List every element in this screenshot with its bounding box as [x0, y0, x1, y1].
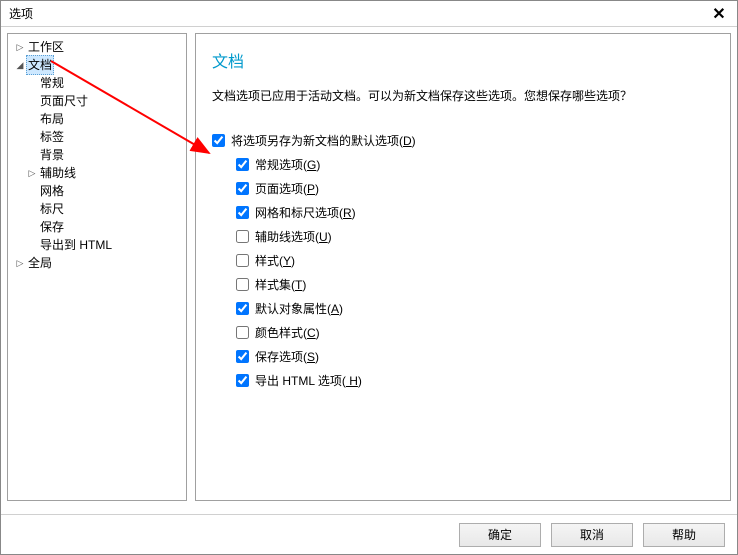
sidebar-item-pagesize[interactable]: 页面尺寸: [10, 92, 184, 110]
sidebar-item-label: 布局: [38, 110, 66, 128]
window-title: 选项: [9, 5, 33, 22]
checkbox-label: 颜色样式(C): [255, 324, 320, 341]
sidebar-item-label: 页面尺寸: [38, 92, 90, 110]
sidebar-item-exporthtml[interactable]: 导出到 HTML: [10, 236, 184, 254]
sidebar-item-label: 全局: [26, 254, 54, 272]
sidebar-item-workspace[interactable]: ▷ 工作区: [10, 38, 184, 56]
option-row[interactable]: 网格和标尺选项(R): [236, 201, 714, 225]
option-checkbox[interactable]: [236, 350, 249, 363]
option-row[interactable]: 常规选项(G): [236, 153, 714, 177]
sidebar-item-label: 工作区: [26, 38, 66, 56]
sidebar-item-save[interactable]: 保存: [10, 218, 184, 236]
sidebar-item-background[interactable]: 背景: [10, 146, 184, 164]
option-checkbox[interactable]: [236, 230, 249, 243]
cancel-button[interactable]: 取消: [551, 523, 633, 547]
option-checkbox[interactable]: [236, 326, 249, 339]
help-button[interactable]: 帮助: [643, 523, 725, 547]
checkbox-label: 网格和标尺选项(R): [255, 204, 356, 221]
option-checkbox[interactable]: [236, 206, 249, 219]
checkbox-label: 辅助线选项(U): [255, 228, 332, 245]
chevron-right-icon: ▷: [14, 38, 26, 56]
sidebar-item-label: 辅助线: [38, 164, 78, 182]
option-row[interactable]: 保存选项(S): [236, 345, 714, 369]
options-list: 常规选项(G) 页面选项(P) 网格和标尺选项(R) 辅助线选项(U) 样式(Y) 样式集…: [212, 153, 714, 393]
option-row[interactable]: 样式集(T): [236, 273, 714, 297]
checkbox-label: 页面选项(P): [255, 180, 319, 197]
option-checkbox[interactable]: [236, 254, 249, 267]
sidebar-item-label-item[interactable]: 标签: [10, 128, 184, 146]
option-row[interactable]: 默认对象属性(A): [236, 297, 714, 321]
option-checkbox[interactable]: [236, 374, 249, 387]
checkbox-label: 保存选项(S): [255, 348, 319, 365]
sidebar-item-guides[interactable]: ▷ 辅助线: [10, 164, 184, 182]
sidebar-item-label: 导出到 HTML: [38, 236, 114, 254]
checkbox-label: 样式集(T): [255, 276, 306, 293]
ok-button[interactable]: 确定: [459, 523, 541, 547]
sidebar-item-document[interactable]: ◢ 文档: [10, 56, 184, 74]
parent-checkbox-row[interactable]: 将选项另存为新文档的默认选项(D): [212, 129, 714, 153]
option-row[interactable]: 颜色样式(C): [236, 321, 714, 345]
chevron-right-icon: ▷: [14, 254, 26, 272]
sidebar-item-label: 保存: [38, 218, 66, 236]
checkbox-label: 将选项另存为新文档的默认选项(D): [231, 132, 416, 149]
chevron-right-icon: ▷: [26, 164, 38, 182]
sidebar-item-global[interactable]: ▷ 全局: [10, 254, 184, 272]
option-row[interactable]: 辅助线选项(U): [236, 225, 714, 249]
sidebar-item-ruler[interactable]: 标尺: [10, 200, 184, 218]
checkbox-label: 默认对象属性(A): [255, 300, 343, 317]
dialog-window: 选项 ✕ ▷ 工作区 ◢ 文档 常规 页面尺寸 布局 标签: [0, 0, 738, 555]
option-checkbox[interactable]: [236, 278, 249, 291]
option-row[interactable]: 页面选项(P): [236, 177, 714, 201]
option-checkbox[interactable]: [236, 158, 249, 171]
sidebar-item-label: 背景: [38, 146, 66, 164]
sidebar-item-grid[interactable]: 网格: [10, 182, 184, 200]
checkbox-label: 样式(Y): [255, 252, 295, 269]
main-panel: 文档 文档选项已应用于活动文档。可以为新文档保存这些选项。您想保存哪些选项？ 将…: [195, 33, 731, 501]
sidebar-item-label: 标尺: [38, 200, 66, 218]
save-defaults-checkbox[interactable]: [212, 134, 225, 147]
page-heading: 文档: [212, 48, 714, 72]
sidebar-item-general[interactable]: 常规: [10, 74, 184, 92]
option-checkbox[interactable]: [236, 302, 249, 315]
checkbox-label: 导出 HTML 选项( H): [255, 372, 362, 389]
sidebar-item-label: 常规: [38, 74, 66, 92]
option-row[interactable]: 导出 HTML 选项( H): [236, 369, 714, 393]
dialog-footer: 确定 取消 帮助: [1, 514, 737, 554]
close-icon[interactable]: ✕: [709, 4, 729, 24]
sidebar-item-layout[interactable]: 布局: [10, 110, 184, 128]
titlebar: 选项 ✕: [1, 1, 737, 27]
checkbox-label: 常规选项(G): [255, 156, 320, 173]
chevron-down-icon: ◢: [14, 56, 26, 74]
content-area: ▷ 工作区 ◢ 文档 常规 页面尺寸 布局 标签 背景 ▷: [1, 27, 737, 507]
sidebar-item-label: 标签: [38, 128, 66, 146]
option-checkbox[interactable]: [236, 182, 249, 195]
option-row[interactable]: 样式(Y): [236, 249, 714, 273]
sidebar-item-label: 文档: [26, 55, 54, 75]
page-description: 文档选项已应用于活动文档。可以为新文档保存这些选项。您想保存哪些选项？: [212, 88, 714, 105]
sidebar-tree[interactable]: ▷ 工作区 ◢ 文档 常规 页面尺寸 布局 标签 背景 ▷: [7, 33, 187, 501]
sidebar-item-label: 网格: [38, 182, 66, 200]
